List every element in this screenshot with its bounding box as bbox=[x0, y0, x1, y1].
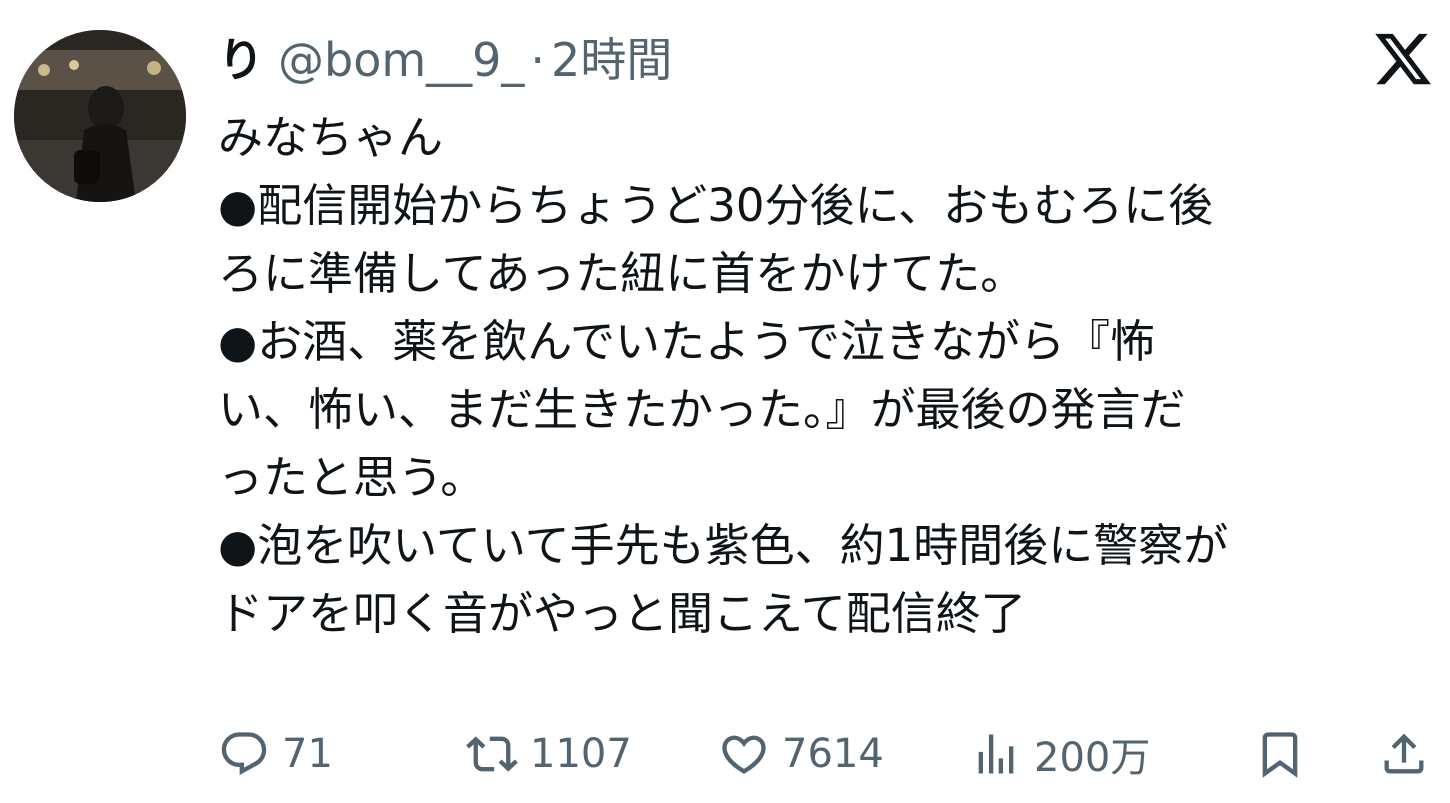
tweet-line: ●泡を吹いていて手先も紫色、約1時間後に警察が bbox=[218, 519, 1229, 572]
display-name[interactable]: り bbox=[218, 28, 264, 92]
tweet-line: ドアを叩く音がやっと聞こえて配信終了 bbox=[218, 587, 1026, 640]
x-logo-icon[interactable] bbox=[1372, 28, 1434, 90]
tweet-line: い、怖い、まだ生きたかった。』が最後の発言だ bbox=[218, 383, 1186, 436]
tweet-line: ●配信開始からちょうど30分後に、おもむろに後 bbox=[218, 179, 1214, 232]
avatar-photo bbox=[14, 30, 186, 202]
tweet-card: り @bom__9_ · 2時間 みなちゃん ●配信開始からちょうど30分後に、… bbox=[0, 0, 1450, 803]
views-count: 200万 bbox=[1034, 735, 1151, 781]
tweet-line: ろに準備してあった紐に首をかけてた。 bbox=[218, 247, 1026, 300]
heart-icon bbox=[718, 728, 770, 780]
retweet-icon bbox=[466, 728, 518, 780]
separator-dot: · bbox=[530, 33, 546, 87]
retweet-count: 1107 bbox=[530, 731, 632, 777]
tweet-line: ●お酒、薬を飲んでいたようで泣きながら『怖 bbox=[218, 315, 1156, 368]
tweet-line: みなちゃん bbox=[218, 111, 444, 164]
share-icon bbox=[1378, 728, 1430, 780]
avatar[interactable] bbox=[14, 30, 186, 202]
tweet-header: り @bom__9_ · 2時間 bbox=[218, 28, 672, 92]
reply-icon bbox=[218, 728, 270, 780]
views-button[interactable]: 200万 bbox=[970, 718, 1150, 790]
tweet-text: みなちゃん ●配信開始からちょうど30分後に、おもむろに後 ろに準備してあった紐… bbox=[218, 104, 1434, 648]
analytics-icon bbox=[970, 728, 1022, 780]
reply-button[interactable]: 71 bbox=[218, 718, 333, 790]
share-button[interactable] bbox=[1378, 718, 1430, 790]
reply-count: 71 bbox=[282, 731, 333, 777]
action-bar: 71 1107 7614 200万 bbox=[218, 718, 1434, 790]
user-handle[interactable]: @bom__9_ bbox=[278, 28, 524, 92]
retweet-button[interactable]: 1107 bbox=[466, 718, 632, 790]
bookmark-icon bbox=[1254, 728, 1306, 780]
like-button[interactable]: 7614 bbox=[718, 718, 884, 790]
timestamp[interactable]: 2時間 bbox=[551, 28, 672, 92]
like-count: 7614 bbox=[782, 731, 884, 777]
tweet-line: ったと思う。 bbox=[218, 451, 486, 504]
bookmark-button[interactable] bbox=[1254, 718, 1306, 790]
